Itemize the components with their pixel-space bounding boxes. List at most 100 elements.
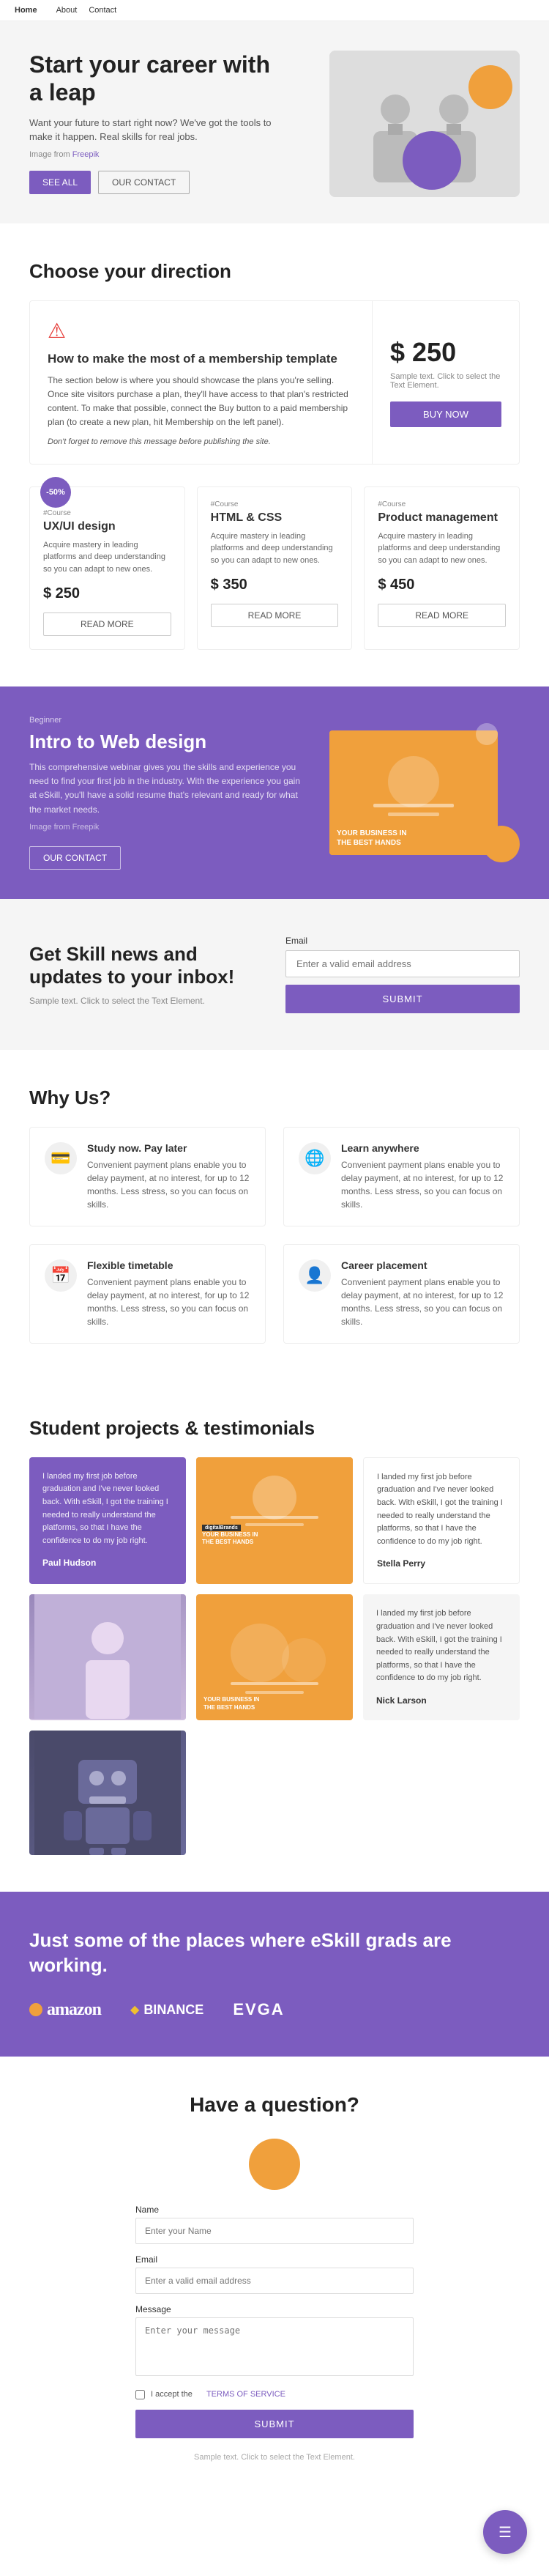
hero-circle-orange (468, 65, 512, 109)
newsletter-note: Sample text. Click to select the Text El… (29, 996, 264, 1006)
choose-direction-section: Choose your direction ⚠ How to make the … (0, 223, 549, 686)
hero-image-area (285, 51, 520, 197)
course-card-1: -50% #Course UX/UI design Acquire master… (29, 486, 185, 651)
testimonial-card-2: digitalBrandsYOUR BUSINESS INTHE BEST HA… (196, 1457, 353, 1585)
why-card-2: 🌐 Learn anywhere Convenient payment plan… (283, 1127, 520, 1226)
testimonial-image-text-2: digitalBrandsYOUR BUSINESS INTHE BEST HA… (202, 1524, 258, 1547)
intro-web-title: Intro to Web design (29, 730, 307, 753)
nav-link-about[interactable]: About (56, 6, 78, 15)
courses-grid: -50% #Course UX/UI design Acquire master… (29, 486, 520, 651)
testimonial-image-5: YOUR BUSINESS INTHE BEST HANDS (196, 1594, 353, 1719)
terms-checkbox[interactable] (135, 2390, 145, 2399)
why-us-section: Why Us? 💳 Study now. Pay later Convenien… (0, 1050, 549, 1380)
testimonial-author-3: Stella Perry (377, 1558, 425, 1569)
terms-link[interactable]: TERMS OF SERVICE (206, 2390, 285, 2399)
intro-circle-orange (483, 826, 520, 862)
intro-web-credit: Image from Freepik (29, 823, 307, 832)
why-card-content-1: Study now. Pay later Convenient payment … (87, 1142, 250, 1211)
membership-box: ⚠ How to make the most of a membership t… (29, 300, 520, 465)
read-more-button-1[interactable]: READ MORE (43, 612, 171, 636)
partners-title: Just some of the places where eSkill gra… (29, 1928, 520, 1978)
why-card-desc-1: Convenient payment plans enable you to d… (87, 1158, 250, 1211)
hero-title: Start your career with a leap (29, 51, 278, 107)
intro-circle-white (476, 723, 498, 745)
email-label: Email (285, 936, 520, 946)
why-card-title-1: Study now. Pay later (87, 1142, 250, 1154)
intro-img-overlay-text: YOUR BUSINESS INTHE BEST HANDS (337, 829, 407, 848)
buy-now-button[interactable]: BUY NOW (390, 401, 501, 427)
why-card-desc-4: Convenient payment plans enable you to d… (341, 1276, 504, 1328)
evga-text: EVGA (233, 2000, 284, 2019)
testimonial-card-1: I landed my first job before graduation … (29, 1457, 186, 1585)
choose-direction-title: Choose your direction (29, 260, 520, 283)
testimonial-author-1: Paul Hudson (42, 1558, 96, 1568)
newsletter-email-input[interactable] (285, 950, 520, 977)
why-card-desc-3: Convenient payment plans enable you to d… (87, 1276, 250, 1328)
testimonial-card-7 (29, 1731, 186, 1855)
why-card-4: 👤 Career placement Convenient payment pl… (283, 1244, 520, 1344)
testimonials-section: Student projects & testimonials I landed… (0, 1380, 549, 1892)
contact-section: Have a question? Name Email Message I ac… (0, 2057, 549, 2498)
why-card-content-4: Career placement Convenient payment plan… (341, 1259, 504, 1328)
why-card-title-4: Career placement (341, 1259, 504, 1271)
testimonial-quote-3: I landed my first job before graduation … (377, 1471, 506, 1549)
read-more-button-3[interactable]: READ MORE (378, 604, 506, 627)
nav-link-contact[interactable]: Contact (89, 6, 116, 15)
message-field-group: Message (135, 2304, 414, 2380)
course-card-3: #Course Product management Acquire maste… (364, 486, 520, 651)
why-card-3: 📅 Flexible timetable Convenient payment … (29, 1244, 266, 1344)
why-card-1: 💳 Study now. Pay later Convenient paymen… (29, 1127, 266, 1226)
study-icon: 💳 (45, 1142, 77, 1174)
course-title-1: UX/UI design (43, 520, 171, 533)
why-card-title-3: Flexible timetable (87, 1259, 250, 1271)
intro-web-tag: Beginner (29, 716, 307, 725)
membership-warning: Don't forget to remove this message befo… (48, 437, 354, 446)
name-field-group: Name (135, 2205, 414, 2244)
newsletter-title: Get Skill news and updates to your inbox… (29, 943, 264, 988)
intro-web-content: Beginner Intro to Web design This compre… (29, 716, 307, 870)
hero-credit-link[interactable]: Freepik (72, 150, 100, 159)
name-label: Name (135, 2205, 414, 2215)
name-input[interactable] (135, 2218, 414, 2244)
hero-image-credit: Image from Freepik (29, 150, 278, 159)
membership-price-note: Sample text. Click to select the Text El… (390, 372, 501, 390)
testimonial-quote-1: I landed my first job before graduation … (42, 1470, 173, 1548)
warning-icon: ⚠ (48, 319, 354, 343)
newsletter-form: Email SUBMIT (285, 936, 520, 1013)
contact-submit-button[interactable]: SUBMIT (135, 2410, 414, 2438)
see-all-button[interactable]: SEE ALL (29, 171, 91, 194)
course-desc-1: Acquire mastery in leading platforms and… (43, 539, 171, 576)
course-price-2: $ 350 (211, 577, 339, 593)
newsletter-submit-button[interactable]: SUBMIT (285, 985, 520, 1013)
testimonial-quote-6: I landed my first job before graduation … (376, 1607, 507, 1685)
course-desc-3: Acquire mastery in leading platforms and… (378, 530, 506, 567)
nav-logo[interactable]: Home (15, 6, 37, 15)
message-textarea[interactable] (135, 2317, 414, 2376)
binance-text: BINANCE (143, 2002, 203, 2018)
terms-row: I accept the TERMS OF SERVICE (135, 2390, 414, 2399)
testimonial-image-overlay-5: YOUR BUSINESS INTHE BEST HANDS (203, 1695, 259, 1711)
contact-email-input[interactable] (135, 2268, 414, 2294)
testimonial-card-5: YOUR BUSINESS INTHE BEST HANDS (196, 1594, 353, 1720)
read-more-button-2[interactable]: READ MORE (211, 604, 339, 627)
course-tag-1: #Course (43, 509, 171, 517)
floating-action-button[interactable]: ☰ (483, 2510, 527, 2554)
career-icon: 👤 (299, 1259, 331, 1292)
course-desc-2: Acquire mastery in leading platforms and… (211, 530, 339, 567)
course-title-2: HTML & CSS (211, 511, 339, 525)
membership-left: ⚠ How to make the most of a membership t… (30, 301, 373, 464)
course-card-2: #Course HTML & CSS Acquire mastery in le… (197, 486, 353, 651)
testimonial-card-6: I landed my first job before graduation … (363, 1594, 520, 1720)
course-price-3: $ 450 (378, 577, 506, 593)
newsletter-section: Get Skill news and updates to your inbox… (0, 899, 549, 1050)
intro-contact-button[interactable]: OUR CONTACT (29, 846, 121, 870)
contact-note: Sample text. Click to select the Text El… (29, 2453, 520, 2462)
testimonial-image-7 (29, 1731, 186, 1855)
why-card-desc-2: Convenient payment plans enable you to d… (341, 1158, 504, 1211)
email-field-group: Email (135, 2254, 414, 2294)
our-contact-button[interactable]: OUR CONTACT (98, 171, 190, 194)
amazon-logo: amazon (29, 2000, 101, 2020)
amazon-dot (29, 2003, 42, 2016)
testimonial-image-2: digitalBrandsYOUR BUSINESS INTHE BEST HA… (196, 1457, 353, 1552)
course-badge-1: -50% (40, 477, 71, 508)
